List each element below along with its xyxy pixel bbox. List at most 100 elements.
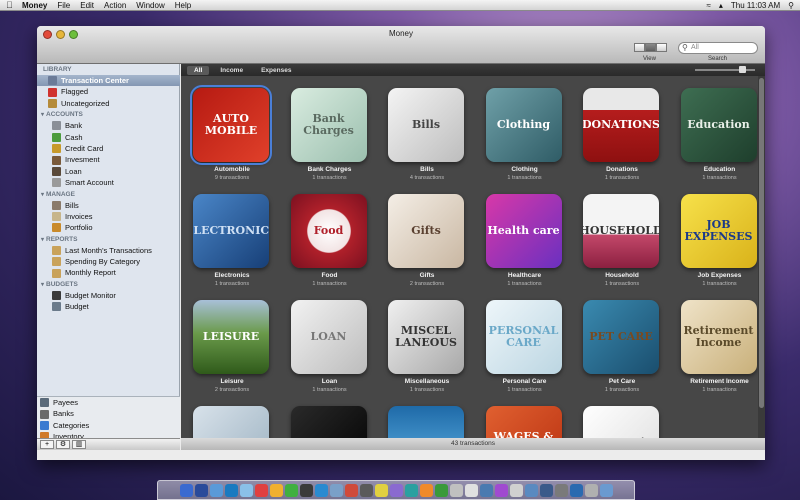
- category-image[interactable]: Gifts: [388, 194, 464, 268]
- clock[interactable]: Thu 11:03 AM: [731, 1, 780, 10]
- sidebar-item-transaction-center[interactable]: Transaction Center: [37, 75, 180, 87]
- category-image[interactable]: PET CARE: [583, 300, 659, 374]
- category-card[interactable]: MISCEL LANEOUS Miscellaneous 1 transaction…: [378, 292, 476, 398]
- category-card[interactable]: PET CARE Pet Care 1 transactions: [573, 292, 671, 398]
- menu-action[interactable]: Action: [104, 1, 126, 10]
- category-image[interactable]: Clothing: [485, 88, 562, 162]
- dock-app-icon[interactable]: [524, 483, 538, 497]
- category-card[interactable]: PERSONAL CARE Personal Care 1 transactions: [476, 292, 574, 398]
- dock-app-icon[interactable]: [464, 483, 478, 497]
- category-image[interactable]: TAXES: [193, 406, 269, 438]
- category-card[interactable]: WAGES & SALARY: [476, 398, 574, 438]
- category-image[interactable]: HOUSEHOLD: [583, 194, 659, 268]
- dock-app-icon[interactable]: [284, 483, 298, 497]
- tab-income[interactable]: Income: [213, 66, 250, 75]
- category-image[interactable]: UTILITIES: [290, 406, 367, 438]
- search-input[interactable]: ⚲ All: [678, 42, 758, 54]
- dock-app-icon[interactable]: [179, 483, 193, 497]
- dock-app-icon[interactable]: [359, 483, 373, 497]
- category-card[interactable]: Food Food 1 transactions: [281, 186, 379, 292]
- category-image[interactable]: Education: [680, 88, 757, 162]
- category-card[interactable]: AUTO MOBILE Automobile 9 transactions: [183, 80, 281, 186]
- dock-app-icon[interactable]: [569, 483, 583, 497]
- category-image[interactable]: MISCEL LANEOUS: [388, 300, 464, 374]
- sidebar-item-portfolio[interactable]: Portfolio: [37, 222, 180, 233]
- dock-app-icon[interactable]: [314, 483, 328, 497]
- category-image[interactable]: WAGES & SALARY: [485, 406, 562, 438]
- disclosure-triangle-icon[interactable]: ▾: [41, 237, 44, 243]
- icon-size-slider[interactable]: [695, 65, 755, 73]
- dock-app-icon[interactable]: [389, 483, 403, 497]
- category-image[interactable]: [388, 406, 464, 438]
- category-card[interactable]: LEISURE Leisure 2 transactions: [183, 292, 281, 398]
- sidebar-item-loan[interactable]: Loan: [37, 166, 180, 177]
- category-card[interactable]: Retirement Income Retirement Income 1 tran…: [671, 292, 766, 398]
- sidebar-item-budget[interactable]: Budget: [37, 301, 180, 312]
- sidebar-item-invesment[interactable]: Invesment: [37, 154, 180, 165]
- sidebar-item-budget-monitor[interactable]: Budget Monitor: [37, 290, 180, 301]
- sidebar-item-invoices[interactable]: Invoices: [37, 211, 180, 222]
- dock-app-icon[interactable]: [269, 483, 283, 497]
- dock-app-icon[interactable]: [554, 483, 568, 497]
- dock-app-icon[interactable]: [374, 483, 388, 497]
- dock-app-icon[interactable]: [344, 483, 358, 497]
- category-image[interactable]: AUTO MOBILE: [190, 85, 272, 165]
- sidebar-item-banks[interactable]: Banks: [37, 408, 180, 419]
- dock-app-icon[interactable]: [509, 483, 523, 497]
- dock-app-icon[interactable]: [479, 483, 493, 497]
- category-card[interactable]: JOB EXPENSES Job Expenses 1 transactions: [671, 186, 766, 292]
- disclosure-triangle-icon[interactable]: ▾: [41, 282, 44, 288]
- sidebar-section-budgets[interactable]: ▾ BUDGETS: [37, 279, 180, 290]
- tab-all[interactable]: All: [187, 65, 210, 75]
- dock-app-icon[interactable]: [299, 483, 313, 497]
- category-image[interactable]: LEISURE: [193, 300, 269, 374]
- vertical-scrollbar[interactable]: [758, 76, 765, 438]
- category-card[interactable]: [378, 398, 476, 438]
- sidebar-section-reports[interactable]: ▾ REPORTS: [37, 234, 180, 245]
- category-image[interactable]: DONATIONS: [583, 88, 659, 162]
- dock-app-icon[interactable]: [494, 483, 508, 497]
- dock-app-icon[interactable]: [419, 483, 433, 497]
- dock-app-icon[interactable]: [209, 483, 223, 497]
- category-card[interactable]: HOUSEHOLD Household 1 transactions: [573, 186, 671, 292]
- category-image[interactable]: Health care: [485, 194, 562, 268]
- category-image[interactable]: PERSONAL CARE: [485, 300, 562, 374]
- action-gear-button[interactable]: ⚙: [56, 440, 70, 449]
- dock-app-icon[interactable]: [329, 483, 343, 497]
- menu-window[interactable]: Window: [136, 1, 164, 10]
- toggle-pane-button[interactable]: ▥: [72, 440, 86, 449]
- category-card[interactable]: TAXES: [183, 398, 281, 438]
- category-image[interactable]: ELECTRONICS: [193, 194, 269, 268]
- category-card[interactable]: Health care Healthcare 1 transactions: [476, 186, 574, 292]
- category-card[interactable]: Education Education 1 transactions: [671, 80, 766, 186]
- sidebar-section-manage[interactable]: ▾ MANAGE: [37, 189, 180, 200]
- category-card[interactable]: Clothing Clothing 1 transactions: [476, 80, 574, 186]
- dock-app-icon[interactable]: [224, 483, 238, 497]
- category-image[interactable]: Retirement Income: [680, 300, 757, 374]
- category-card[interactable]: ELECTRONICS Electronics 1 transactions: [183, 186, 281, 292]
- dock-app-icon[interactable]: [539, 483, 553, 497]
- dock-app-icon[interactable]: [239, 483, 253, 497]
- menu-help[interactable]: Help: [175, 1, 191, 10]
- sidebar-item-smart-account[interactable]: Smart Account: [37, 177, 180, 188]
- sidebar-section-accounts[interactable]: ▾ ACCOUNTS: [37, 109, 180, 120]
- dock-app-icon[interactable]: [254, 483, 268, 497]
- category-card[interactable]: Bank Charges Bank Charges 1 transactions: [281, 80, 379, 186]
- sidebar-item-bills[interactable]: Bills: [37, 200, 180, 211]
- apple-icon[interactable]: : [6, 0, 16, 10]
- disclosure-triangle-icon[interactable]: ▾: [41, 192, 44, 198]
- category-card[interactable]: LOAN Loan 1 transactions: [281, 292, 379, 398]
- sidebar-item-cash[interactable]: Cash: [37, 132, 180, 143]
- category-card[interactable]: UTILITIES: [281, 398, 379, 438]
- category-image[interactable]: LOAN: [290, 300, 367, 374]
- menu-app-name[interactable]: Money: [22, 1, 47, 10]
- category-card[interactable]: Bills Bills 4 transactions: [378, 80, 476, 186]
- sidebar-section-library[interactable]: LIBRARY: [37, 64, 180, 75]
- dock-app-icon[interactable]: [434, 483, 448, 497]
- menu-edit[interactable]: Edit: [80, 1, 94, 10]
- view-list-button[interactable]: [634, 43, 645, 52]
- wifi-icon[interactable]: ≈: [707, 1, 711, 10]
- tab-expenses[interactable]: Expenses: [254, 66, 298, 75]
- dock-app-icon[interactable]: [194, 483, 208, 497]
- dock-app-icon[interactable]: [404, 483, 418, 497]
